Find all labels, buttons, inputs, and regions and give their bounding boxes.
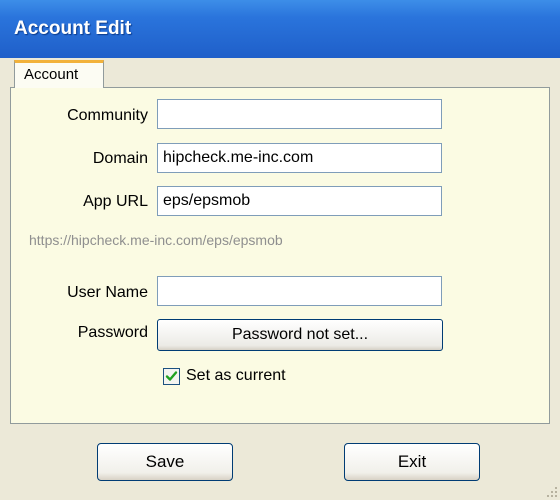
set-password-button[interactable]: Password not set... xyxy=(157,319,443,351)
exit-button[interactable]: Exit xyxy=(344,443,480,481)
user-name-label: User Name xyxy=(67,284,148,301)
save-button[interactable]: Save xyxy=(97,443,233,481)
resize-grip-icon[interactable] xyxy=(546,486,558,498)
set-as-current-label: Set as current xyxy=(186,367,286,384)
tab-account[interactable]: Account xyxy=(14,60,104,88)
check-mark-icon xyxy=(165,371,178,381)
domain-label: Domain xyxy=(92,150,148,167)
password-label: Password xyxy=(77,324,148,341)
window-title: Account Edit xyxy=(14,18,132,39)
domain-field[interactable] xyxy=(157,143,442,173)
account-edit-window: Account Edit Account Community Domain Ap… xyxy=(0,0,560,500)
app-url-label: App URL xyxy=(83,193,148,210)
community-field[interactable] xyxy=(157,99,442,129)
title-bar[interactable]: Account Edit xyxy=(0,0,560,58)
tab-account-label: Account xyxy=(24,66,79,83)
set-as-current-checkbox[interactable] xyxy=(163,368,180,385)
community-label: Community xyxy=(67,107,148,124)
app-url-field[interactable] xyxy=(157,186,442,216)
user-name-field[interactable] xyxy=(157,276,442,306)
url-preview-text: https://hipcheck.me-inc.com/eps/epsmob xyxy=(29,232,283,248)
